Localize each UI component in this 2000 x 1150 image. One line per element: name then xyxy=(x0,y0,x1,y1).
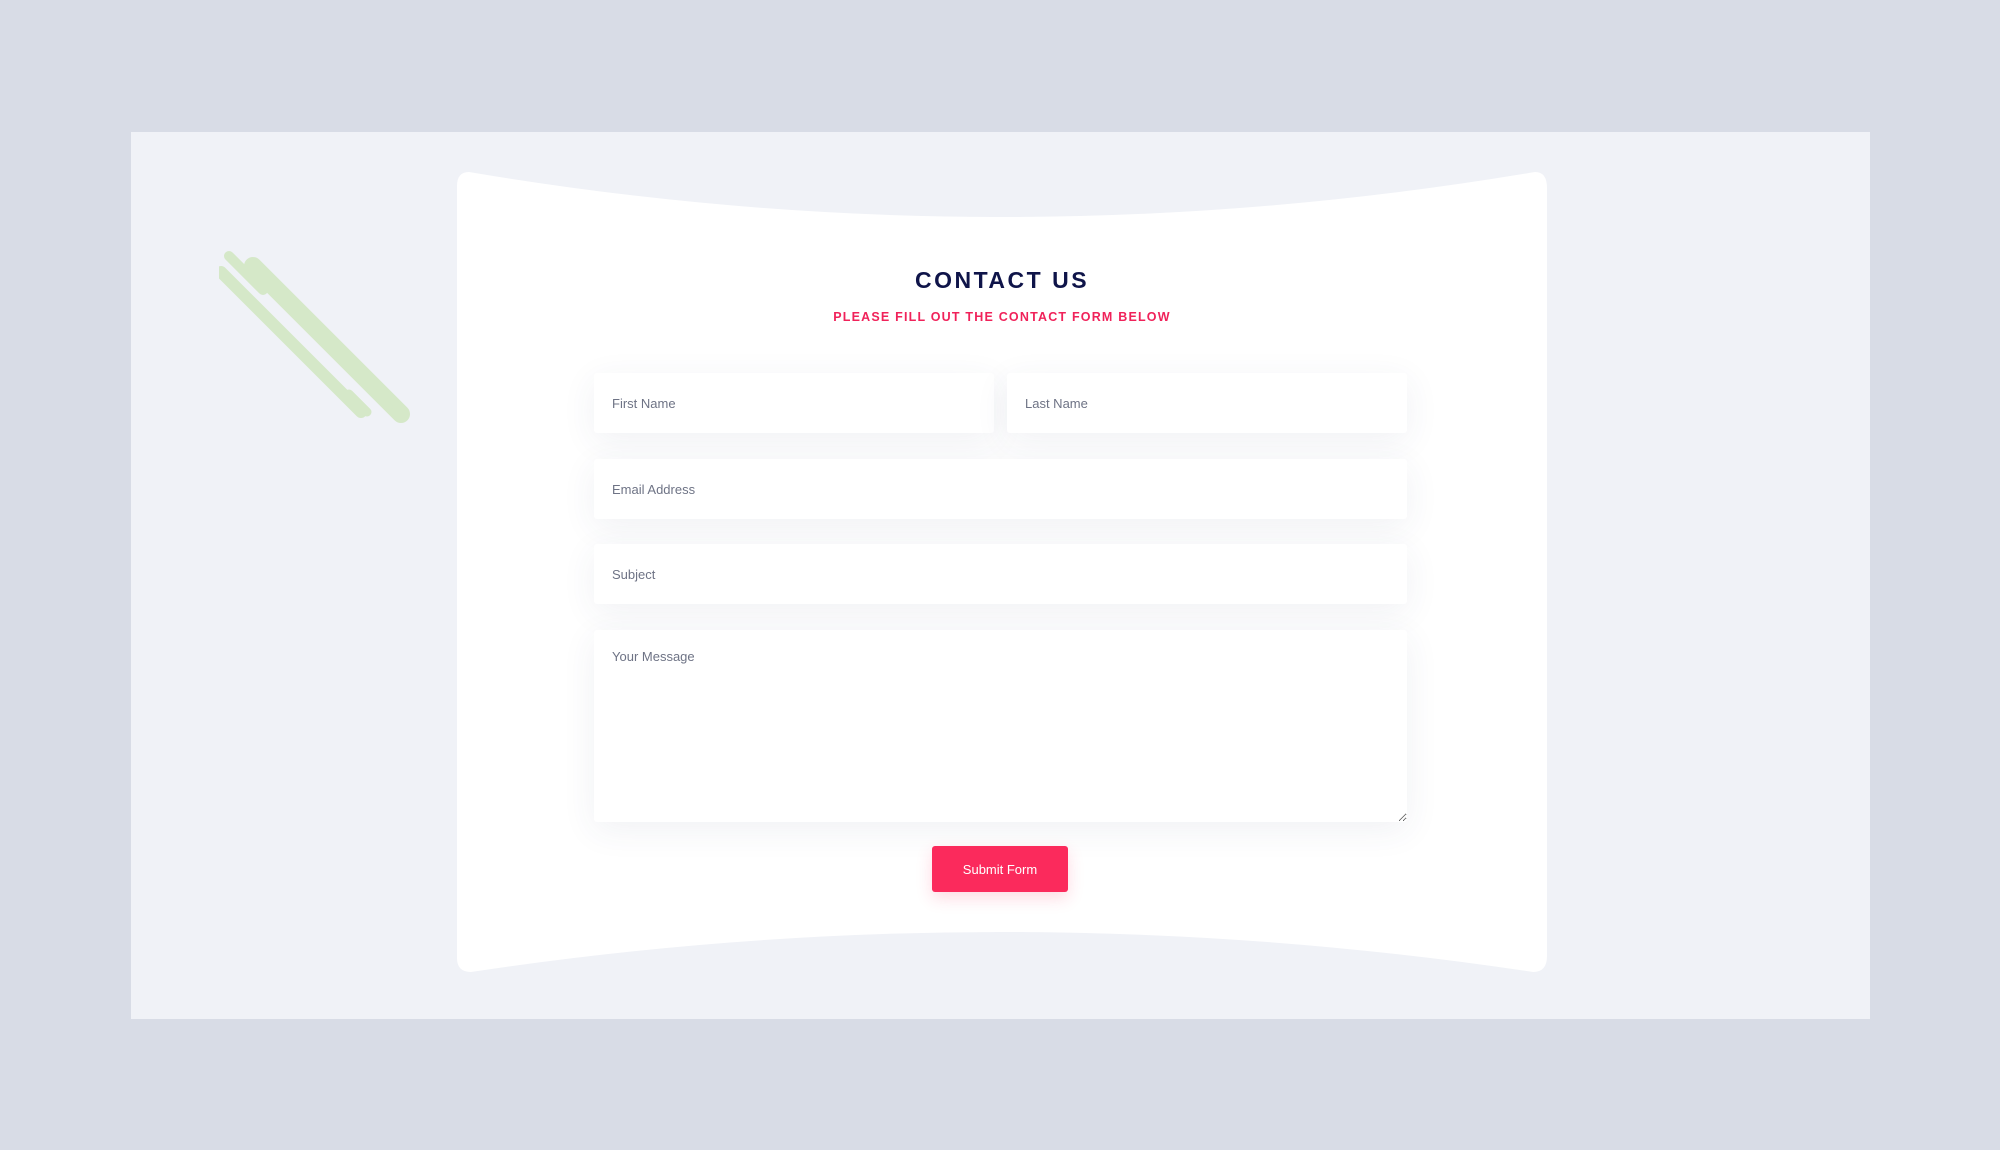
page-title: CONTACT US xyxy=(914,267,1090,293)
first-name-input[interactable] xyxy=(594,373,994,433)
email-input[interactable] xyxy=(594,459,1407,519)
page-subtitle: PLEASE FILL OUT THE CONTACT FORM BELOW xyxy=(833,310,1171,324)
submit-form-button[interactable]: Submit Form xyxy=(932,846,1068,892)
subject-input[interactable] xyxy=(594,544,1407,604)
message-textarea[interactable] xyxy=(594,630,1407,822)
decorative-stripes-icon xyxy=(219,251,410,423)
last-name-input[interactable] xyxy=(1007,373,1407,433)
